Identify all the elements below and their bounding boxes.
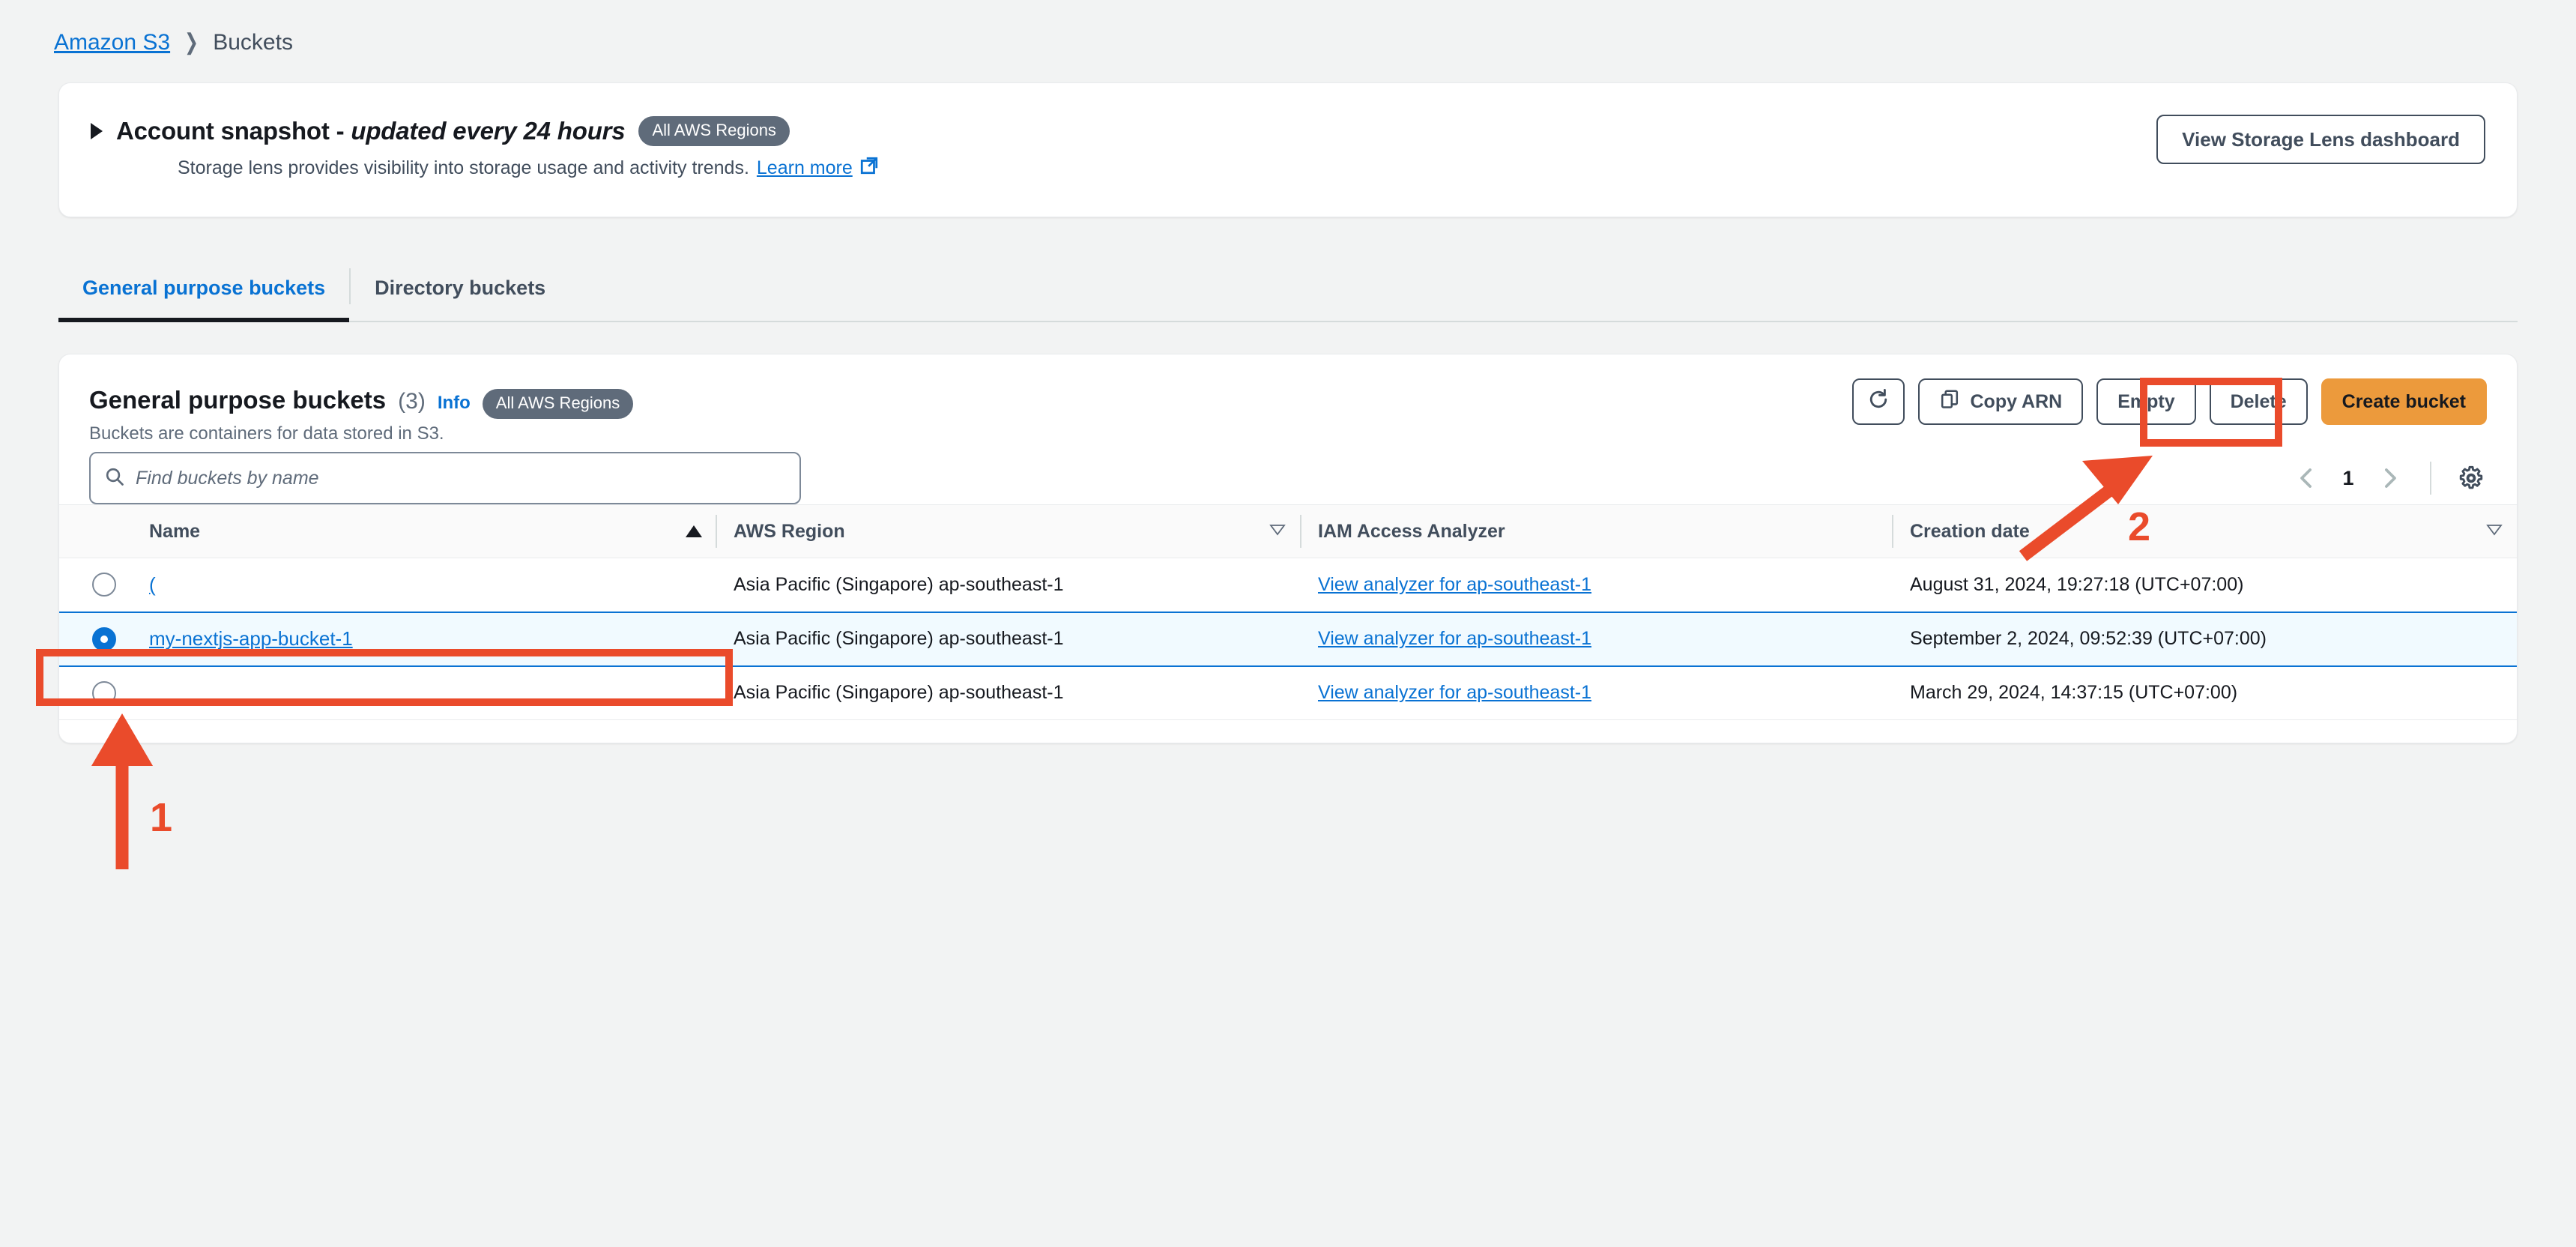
row-radio-button[interactable]: [92, 680, 116, 705]
chevron-left-icon[interactable]: [2291, 462, 2322, 494]
tab-directory-buckets-label: Directory buckets: [375, 276, 546, 299]
row-creation-date-cell: March 29, 2024, 14:37:15 (UTC+07:00): [1892, 665, 2517, 720]
snapshot-description-text: Storage lens provides visibility into st…: [178, 157, 749, 178]
breadcrumb-link-amazon-s3[interactable]: Amazon S3: [54, 30, 170, 55]
row-analyzer-cell: View analyzer for ap-southeast-1: [1300, 611, 1892, 667]
s3-buckets-page: Amazon S3 ❯ Buckets Account snapshot - u…: [0, 0, 2576, 1247]
row-region-cell: Asia Pacific (Singapore) ap-southeast-1: [716, 558, 1300, 612]
table-row[interactable]: ( Asia Pacific (Singapore) ap-southeast-…: [59, 558, 2517, 612]
refresh-icon: [1867, 388, 1890, 416]
column-header-name[interactable]: Name: [131, 504, 716, 558]
panel-title-row: General purpose buckets (3) Info All AWS…: [89, 386, 634, 419]
annotation-step-one: 1: [150, 795, 173, 840]
external-link-icon: [859, 156, 879, 181]
search-icon: [104, 466, 125, 491]
create-bucket-button[interactable]: Create bucket: [2320, 378, 2487, 425]
page-number[interactable]: 1: [2340, 467, 2356, 490]
row-select-cell[interactable]: [59, 665, 131, 720]
info-link[interactable]: Info: [438, 393, 471, 414]
tab-directory-buckets[interactable]: Directory buckets: [351, 255, 569, 321]
column-header-aws-region[interactable]: AWS Region: [716, 504, 1300, 558]
tab-general-purpose-buckets-label: General purpose buckets: [82, 276, 326, 299]
bucket-type-tabs: General purpose buckets Directory bucket…: [58, 255, 2518, 322]
view-analyzer-link[interactable]: View analyzer for ap-southeast-1: [1318, 628, 1591, 649]
panel-actions: Copy ARN Empty Delete Create bucket: [1851, 378, 2487, 425]
copy-icon: [1939, 389, 1960, 415]
caret-right-icon[interactable]: [91, 123, 103, 139]
breadcrumb: Amazon S3 ❯ Buckets: [54, 30, 293, 55]
account-snapshot-header[interactable]: Account snapshot - updated every 24 hour…: [91, 116, 790, 146]
refresh-button[interactable]: [1851, 378, 1905, 425]
panel-subtitle: Buckets are containers for data stored i…: [89, 423, 444, 444]
buckets-table-body: ( Asia Pacific (Singapore) ap-southeast-…: [59, 558, 2517, 720]
bucket-count: (3): [398, 389, 426, 414]
column-header-iam-access-analyzer[interactable]: IAM Access Analyzer: [1300, 504, 1892, 558]
tab-general-purpose-buckets[interactable]: General purpose buckets: [58, 255, 350, 322]
row-radio-button-selected[interactable]: [92, 626, 116, 651]
view-storage-lens-dashboard-button[interactable]: View Storage Lens dashboard: [2156, 115, 2485, 164]
row-analyzer-cell: View analyzer for ap-southeast-1: [1300, 558, 1892, 612]
column-header-name-label: Name: [149, 520, 201, 542]
row-name-cell: (: [131, 558, 716, 612]
copy-arn-label: Copy ARN: [1970, 390, 2063, 412]
page-title: General purpose buckets: [89, 386, 387, 414]
row-creation-date-cell: August 31, 2024, 19:27:18 (UTC+07:00): [1892, 558, 2517, 612]
column-select: [59, 504, 131, 558]
row-radio-button[interactable]: [92, 573, 116, 597]
annotation-step-two: 2: [2128, 504, 2151, 549]
bucket-name-link[interactable]: (: [149, 573, 156, 596]
account-snapshot-card: Account snapshot - updated every 24 hour…: [58, 82, 2518, 217]
sort-ascending-icon: [686, 525, 702, 537]
table-row[interactable]: Asia Pacific (Singapore) ap-southeast-1 …: [59, 665, 2517, 720]
gear-icon[interactable]: [2455, 462, 2487, 494]
table-row[interactable]: my-nextjs-app-bucket-1 Asia Pacific (Sin…: [59, 611, 2517, 667]
sort-descending-icon: [1269, 521, 1287, 543]
empty-button[interactable]: Empty: [2096, 378, 2196, 425]
row-select-cell[interactable]: [59, 611, 131, 667]
copy-arn-button[interactable]: Copy ARN: [1917, 378, 2084, 425]
column-header-iam-access-analyzer-label: IAM Access Analyzer: [1318, 520, 1505, 542]
search-placeholder: Find buckets by name: [136, 467, 319, 489]
account-snapshot-description: Storage lens provides visibility into st…: [178, 156, 879, 181]
pagination-divider: [2430, 462, 2431, 495]
pagination: 1: [2291, 452, 2487, 504]
column-header-aws-region-label: AWS Region: [734, 520, 845, 542]
account-snapshot-title: Account snapshot - updated every 24 hour…: [116, 117, 626, 145]
delete-button[interactable]: Delete: [2209, 378, 2308, 425]
panel-all-aws-regions-badge: All AWS Regions: [482, 389, 634, 419]
breadcrumb-chevron-icon: ❯: [184, 30, 199, 55]
sort-descending-icon-2: [2485, 521, 2503, 543]
row-analyzer-cell: View analyzer for ap-southeast-1: [1300, 665, 1892, 720]
panel-header: General purpose buckets (3) Info All AWS…: [59, 354, 2517, 504]
search-input[interactable]: Find buckets by name: [89, 452, 801, 504]
column-header-creation-date[interactable]: Creation date: [1892, 504, 2517, 558]
table-toolbar: Find buckets by name 1: [59, 452, 2517, 504]
row-region-cell: Asia Pacific (Singapore) ap-southeast-1: [716, 665, 1300, 720]
learn-more-link[interactable]: Learn more: [757, 157, 853, 179]
row-name-cell: my-nextjs-app-bucket-1: [131, 611, 716, 667]
chevron-right-icon[interactable]: [2374, 462, 2406, 494]
bucket-name-link[interactable]: my-nextjs-app-bucket-1: [149, 627, 353, 650]
row-select-cell[interactable]: [59, 558, 131, 612]
column-header-creation-date-label: Creation date: [1910, 520, 2030, 542]
all-aws-regions-badge: All AWS Regions: [638, 116, 790, 146]
row-region-cell: Asia Pacific (Singapore) ap-southeast-1: [716, 611, 1300, 667]
row-creation-date-cell: September 2, 2024, 09:52:39 (UTC+07:00): [1892, 611, 2517, 667]
view-analyzer-link[interactable]: View analyzer for ap-southeast-1: [1318, 682, 1591, 703]
view-analyzer-link[interactable]: View analyzer for ap-southeast-1: [1318, 574, 1591, 595]
breadcrumb-current-buckets: Buckets: [213, 30, 293, 55]
row-name-cell: [131, 665, 716, 720]
